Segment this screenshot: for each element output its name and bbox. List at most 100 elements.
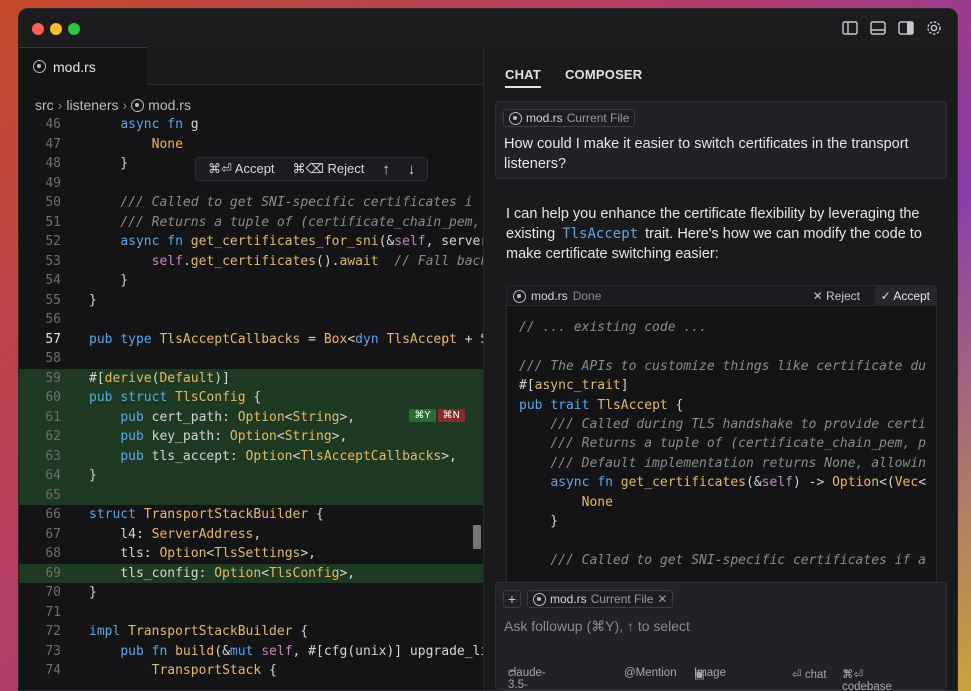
code-line[interactable]: 71 bbox=[19, 603, 483, 623]
code-block-body: // ... existing code ... /// The APIs to… bbox=[519, 318, 926, 570]
line-text: pub key_path: Option<String>, bbox=[120, 429, 348, 444]
line-number: 55 bbox=[45, 292, 61, 308]
code-line[interactable]: 46 async fn g bbox=[19, 115, 483, 135]
code-line[interactable]: 70} bbox=[19, 583, 483, 603]
code-block-header: mod.rs Done ✕ Reject ✓ Accept bbox=[507, 286, 936, 306]
tab-mod-rs[interactable]: mod.rs bbox=[19, 47, 147, 85]
input-footer: ⌃ claude-3.5-sonnet @Mention ▣ Image ⏎ c… bbox=[508, 667, 934, 690]
rust-file-icon bbox=[509, 111, 522, 125]
line-text: pub fn build(&mut self, #[cfg(unix)] upg… bbox=[120, 643, 483, 659]
line-text: #[derive(Default)] bbox=[89, 370, 230, 386]
maximize-window-button[interactable] bbox=[68, 23, 80, 35]
code-line[interactable]: 68 tls: Option<TlsSettings>, bbox=[19, 544, 483, 564]
breadcrumb-item[interactable]: mod.rs bbox=[148, 97, 191, 113]
line-number: 64 bbox=[45, 468, 61, 483]
code-block-line: pub trait TlsAccept { bbox=[519, 397, 684, 413]
panel-tabs: CHAT COMPOSER bbox=[505, 67, 642, 88]
line-number: 67 bbox=[45, 526, 61, 542]
line-text: /// Called to get SNI-specific certifica… bbox=[120, 195, 473, 210]
accept-diff-button[interactable]: ⌘⏎ Accept bbox=[208, 161, 275, 177]
mention-button[interactable]: @Mention bbox=[624, 667, 677, 679]
rust-file-icon bbox=[513, 289, 526, 303]
editor-scrollbar[interactable] bbox=[473, 525, 481, 549]
code-line[interactable]: 72 impl TransportStackBuilder { bbox=[19, 622, 483, 642]
line-number: 53 bbox=[45, 253, 61, 269]
line-text: } bbox=[89, 292, 97, 308]
sidebar-left-icon[interactable] bbox=[841, 19, 859, 37]
code-block-line bbox=[519, 337, 926, 356]
code-line[interactable]: 50 /// Called to get SNI-specific certif… bbox=[19, 193, 483, 213]
breadcrumb-item[interactable]: listeners bbox=[66, 97, 118, 113]
code-line[interactable]: 53 self.get_certificates().await // Fall… bbox=[19, 252, 483, 272]
arrow-down-icon[interactable]: ↓ bbox=[408, 161, 416, 178]
context-chip[interactable]: mod.rs Current File ✕ bbox=[527, 590, 674, 608]
line-number: 58 bbox=[45, 351, 61, 366]
context-chip[interactable]: mod.rs Current File bbox=[503, 109, 636, 127]
reject-button[interactable]: ✕ Reject bbox=[813, 289, 860, 303]
arrow-up-icon[interactable]: ↑ bbox=[382, 161, 390, 178]
code-line[interactable]: 63 pub tls_accept: Option<TlsAcceptCallb… bbox=[19, 446, 483, 466]
code-line[interactable]: 52 async fn get_certificates_for_sni(&se… bbox=[19, 232, 483, 252]
chat-submit-button[interactable]: ⏎ chat bbox=[792, 667, 827, 681]
minimize-window-button[interactable] bbox=[50, 23, 62, 35]
code-line[interactable]: 64} bbox=[19, 466, 483, 486]
suggested-code-block: mod.rs Done ✕ Reject ✓ Accept // ... exi… bbox=[506, 285, 937, 585]
line-text: self.get_certificates().await // Fall ba… bbox=[151, 253, 483, 269]
code-line[interactable]: 55} bbox=[19, 291, 483, 311]
check-icon: ✓ bbox=[880, 289, 894, 303]
assistant-answer: I can help you enhance the certificate f… bbox=[506, 204, 946, 264]
accept-button[interactable]: ✓ Accept bbox=[874, 286, 936, 306]
code-line[interactable]: 62 pub key_path: Option<String>, bbox=[19, 427, 483, 447]
code-line[interactable]: 73 pub fn build(&mut self, #[cfg(unix)] … bbox=[19, 642, 483, 662]
line-number: 56 bbox=[45, 312, 61, 327]
line-text: async fn get_certificates_for_sni(&self,… bbox=[120, 234, 483, 249]
close-window-button[interactable] bbox=[32, 23, 44, 35]
rust-file-icon bbox=[33, 60, 46, 73]
code-block-line: /// Called to get SNI-specific certifica… bbox=[550, 552, 926, 568]
code-line[interactable]: 57 pub type TlsAcceptCallbacks = Box<dyn … bbox=[19, 330, 483, 350]
code-block-line: /// Default implementation returns None,… bbox=[550, 455, 926, 471]
line-text: pub struct TlsConfig { bbox=[89, 390, 262, 405]
reject-shortcut-badge[interactable]: ⌘N bbox=[437, 409, 465, 422]
code-line[interactable]: 67 l4: ServerAddress, bbox=[19, 525, 483, 545]
sidebar-right-icon[interactable] bbox=[897, 19, 915, 37]
code-line[interactable]: 69 tls_config: Option<TlsConfig>, bbox=[19, 563, 483, 583]
gear-icon[interactable] bbox=[925, 19, 943, 37]
code-lines[interactable]: 46 async fn g 47 None 48 } 49 50 /// Called … bbox=[19, 115, 483, 681]
code-line[interactable]: 58 bbox=[19, 349, 483, 369]
close-icon[interactable]: ✕ bbox=[657, 592, 667, 606]
line-text: None bbox=[151, 136, 183, 152]
code-line[interactable]: 66 struct TransportStackBuilder { bbox=[19, 505, 483, 525]
editor-tab-bar: mod.rs bbox=[19, 47, 483, 85]
user-question: mod.rs Current File How could I make it … bbox=[495, 101, 947, 179]
code-line[interactable]: 54 } bbox=[19, 271, 483, 291]
code-block-line: // ... existing code ... bbox=[519, 320, 707, 335]
panel-bottom-icon[interactable] bbox=[869, 19, 887, 37]
line-number: 47 bbox=[45, 136, 61, 152]
code-line[interactable]: 47 None bbox=[19, 135, 483, 155]
accept-shortcut-badge[interactable]: ⌘Y bbox=[409, 409, 436, 422]
code-line[interactable]: 65 bbox=[19, 485, 483, 505]
followup-input[interactable]: Ask followup (⌘Y), ↑ to select bbox=[504, 618, 690, 635]
chevron-right-icon: › bbox=[57, 97, 63, 113]
line-text: TransportStack { bbox=[151, 663, 277, 678]
code-line[interactable]: 56 bbox=[19, 310, 483, 330]
code-block-line bbox=[519, 531, 926, 550]
chip-file: mod.rs bbox=[550, 592, 587, 606]
line-number: 52 bbox=[45, 234, 61, 249]
reject-diff-button[interactable]: ⌘⌫ Reject bbox=[293, 161, 365, 177]
tab-chat[interactable]: CHAT bbox=[505, 67, 541, 88]
tab-composer[interactable]: COMPOSER bbox=[565, 67, 642, 88]
breadcrumb-item[interactable]: src bbox=[35, 97, 54, 113]
code-line[interactable]: 74 TransportStack { bbox=[19, 661, 483, 681]
code-block-line: None bbox=[581, 494, 613, 510]
rust-file-icon bbox=[533, 592, 546, 606]
code-block-line: /// Called during TLS handshake to provi… bbox=[550, 416, 926, 432]
code-line[interactable]: 60 pub struct TlsConfig { bbox=[19, 388, 483, 408]
code-line[interactable]: 59 #[derive(Default)] bbox=[19, 368, 483, 388]
add-context-button[interactable]: + bbox=[503, 590, 521, 608]
line-number: 51 bbox=[45, 214, 61, 230]
line-text: pub type TlsAcceptCallbacks = Box<dyn Tl… bbox=[89, 331, 483, 347]
line-number: 74 bbox=[45, 663, 61, 678]
code-line[interactable]: 51 /// Returns a tuple of (certificate_c… bbox=[19, 213, 483, 233]
